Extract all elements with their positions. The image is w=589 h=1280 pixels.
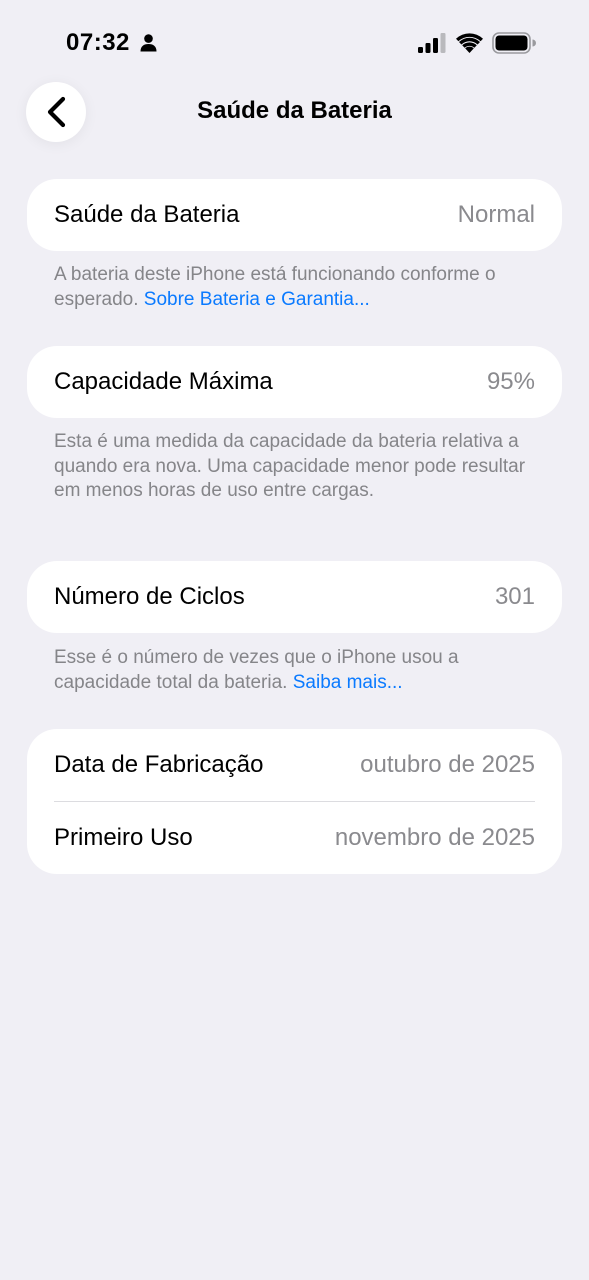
battery-health-row[interactable]: Saúde da Bateria Normal (27, 179, 562, 251)
max-capacity-footnote: Esta é uma medida da capacidade da bater… (54, 431, 526, 501)
max-capacity-card: Capacidade Máxima 95% (27, 346, 562, 418)
page-title: Saúde da Bateria (197, 97, 392, 124)
battery-icon (492, 32, 536, 54)
first-use-row: Primeiro Uso novembro de 2025 (27, 802, 562, 874)
battery-health-value: Normal (457, 201, 535, 228)
battery-health-label: Saúde da Bateria (54, 201, 240, 228)
cycle-count-label: Número de Ciclos (54, 583, 245, 610)
max-capacity-value: 95% (486, 368, 535, 395)
first-use-value: novembro de 2025 (334, 824, 535, 851)
cycle-count-footnote: Esse é o número de vezes que o iPhone us… (54, 646, 554, 695)
learn-more-link[interactable]: Saiba mais... (293, 672, 403, 693)
cycle-count-card: Número de Ciclos 301 (27, 561, 562, 633)
signal-icon (418, 33, 446, 53)
manufacture-date-row: Data de Fabricação outubro de 2025 (27, 729, 562, 801)
person-icon (140, 34, 157, 52)
max-capacity-label: Capacidade Máxima (54, 368, 273, 395)
cycle-count-row: Número de Ciclos 301 (27, 561, 562, 633)
first-use-label: Primeiro Uso (54, 824, 193, 851)
battery-health-footnote: A bateria deste iPhone está funcionando … (54, 263, 554, 312)
max-capacity-row: Capacidade Máxima 95% (27, 346, 562, 418)
manufacture-date-value: outubro de 2025 (360, 751, 535, 778)
cycle-count-value: 301 (494, 583, 535, 610)
wifi-icon (456, 33, 483, 53)
battery-health-card: Saúde da Bateria Normal (27, 179, 562, 251)
status-bar: 07:32 (0, 0, 589, 88)
status-time: 07:32 (66, 29, 130, 56)
battery-warranty-link[interactable]: Sobre Bateria e Garantia... (144, 289, 370, 310)
manufacture-date-label: Data de Fabricação (54, 751, 264, 778)
dates-card: Data de Fabricação outubro de 2025 Prime… (27, 729, 562, 874)
